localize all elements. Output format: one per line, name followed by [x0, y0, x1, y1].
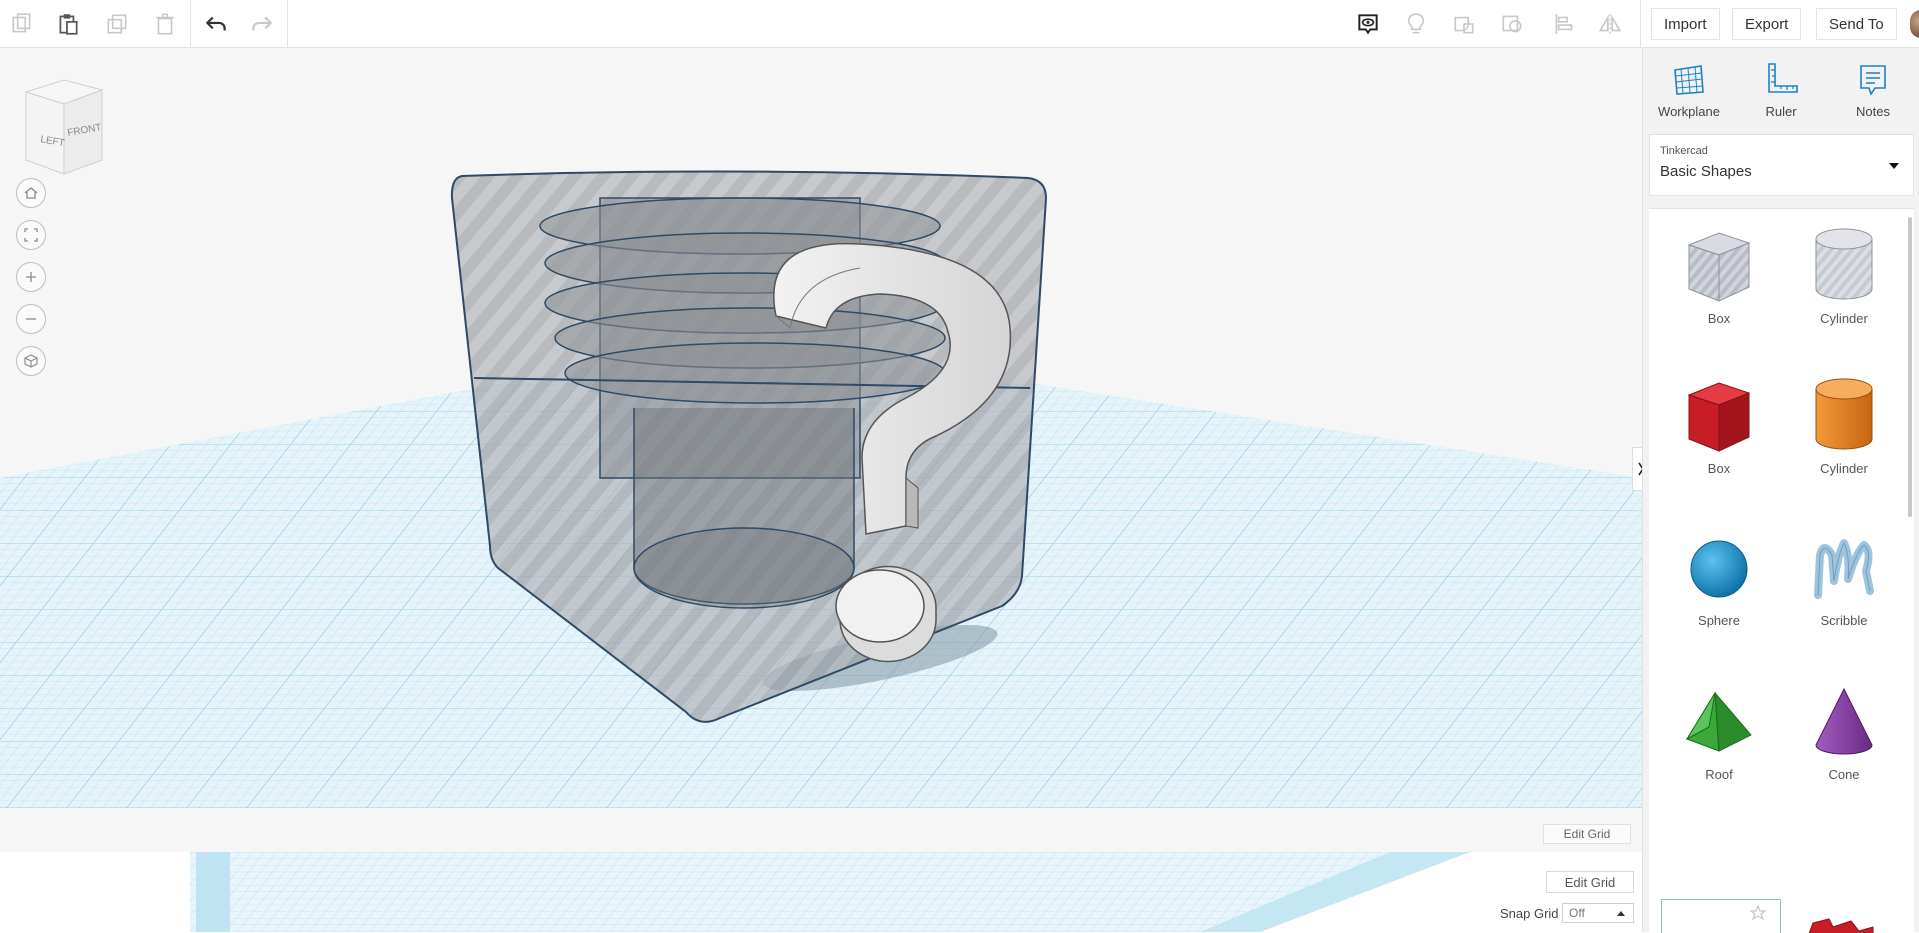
ruler-tool[interactable]: Ruler — [1741, 60, 1821, 119]
ruler-icon — [1768, 63, 1798, 93]
edit-grid-button[interactable]: Edit Grid — [1546, 871, 1634, 893]
home-view-button[interactable] — [16, 178, 46, 208]
fit-view-icon — [24, 228, 38, 242]
mirror-icon[interactable] — [1592, 6, 1628, 42]
hovered-shape-card[interactable] — [1661, 899, 1781, 933]
shape-library-select[interactable]: Tinkercad Basic Shapes — [1649, 134, 1914, 196]
shape-roof[interactable]: Roof — [1659, 665, 1779, 805]
cone-icon — [1815, 687, 1873, 755]
workplane-icon — [1674, 65, 1704, 95]
perspective-button[interactable] — [16, 346, 46, 376]
cylinder-icon — [1815, 378, 1873, 450]
trash-icon[interactable] — [147, 6, 183, 42]
library-category: Tinkercad — [1660, 145, 1708, 157]
home-icon — [24, 187, 38, 199]
inner-cylinder[interactable] — [633, 408, 855, 609]
roof-icon — [1685, 691, 1752, 752]
notes-icon — [1860, 65, 1886, 96]
align-icon[interactable] — [1546, 6, 1582, 42]
show-all-icon[interactable] — [1350, 6, 1386, 42]
toolbar-divider — [190, 0, 191, 48]
minus-icon — [26, 318, 36, 320]
lower-workplane-strip — [0, 852, 1642, 932]
box-icon — [1687, 382, 1751, 452]
3d-viewport[interactable]: LEFT FRONT Edit Grid Edit Grid Snap Grid… — [0, 48, 1642, 932]
undo-icon[interactable] — [198, 6, 234, 42]
shape-box[interactable]: Box — [1659, 359, 1779, 499]
notes-tool[interactable]: Notes — [1833, 60, 1913, 119]
ruler-label: Ruler — [1765, 104, 1797, 119]
shape-cylinder-hole[interactable]: Cylinder — [1784, 209, 1904, 349]
view-cube[interactable]: LEFT FRONT — [18, 78, 108, 178]
snap-grid-label: Snap Grid — [1500, 906, 1559, 921]
tinkercad-app: Import Export Send To LEFT FRONT Edit Gr… — [0, 0, 1919, 933]
export-button[interactable]: Export — [1732, 8, 1802, 40]
shape-cone[interactable]: Cone — [1784, 665, 1904, 805]
right-panel: Workplane Ruler Notes Tinkercad Basic Sh… — [1642, 48, 1919, 933]
fit-view-button[interactable] — [16, 220, 46, 250]
toolbar-divider — [287, 0, 288, 48]
redo-icon[interactable] — [244, 6, 280, 42]
star-icon[interactable] — [1749, 904, 1767, 921]
library-name: Basic Shapes — [1660, 163, 1752, 180]
scribble-icon — [1814, 539, 1874, 599]
workplane-scene[interactable] — [0, 48, 1642, 932]
text-shape-icon[interactable] — [1799, 909, 1879, 933]
plus-icon — [26, 272, 36, 282]
shape-gallery-scrollbar[interactable] — [1908, 217, 1912, 517]
copy-icon[interactable] — [4, 6, 40, 42]
paste-icon[interactable] — [50, 6, 86, 42]
edit-grid-button-floating[interactable]: Edit Grid — [1543, 824, 1631, 844]
workplane-tool[interactable]: Workplane — [1649, 60, 1729, 119]
group-icon[interactable] — [1446, 6, 1482, 42]
cube-perspective-icon — [24, 354, 38, 368]
snap-grid-value: Off — [1569, 906, 1585, 920]
shape-cylinder[interactable]: Cylinder — [1784, 359, 1904, 499]
shape-scribble[interactable]: Scribble — [1784, 511, 1904, 651]
caret-down-icon — [1889, 163, 1899, 169]
zoom-in-button[interactable] — [16, 262, 46, 292]
zoom-out-button[interactable] — [16, 304, 46, 334]
ungroup-icon[interactable] — [1494, 6, 1530, 42]
shape-gallery: Box Cylinder Box Cylinder Sphere Scribbl… — [1649, 208, 1914, 933]
caret-up-icon — [1617, 911, 1625, 916]
shape-box-hole[interactable]: Box — [1659, 209, 1779, 349]
sphere-icon — [1690, 540, 1748, 598]
avatar[interactable] — [1910, 10, 1919, 38]
toolbar-divider — [1640, 0, 1641, 48]
top-toolbar: Import Export Send To — [0, 0, 1919, 48]
duplicate-icon[interactable] — [99, 6, 135, 42]
send-to-button[interactable]: Send To — [1816, 8, 1897, 40]
lightbulb-icon[interactable] — [1398, 6, 1434, 42]
workplane-label: Workplane — [1658, 104, 1720, 119]
snap-grid-select[interactable]: Off — [1562, 903, 1634, 923]
shape-sphere[interactable]: Sphere — [1659, 511, 1779, 651]
notes-label: Notes — [1856, 104, 1890, 119]
cylinder-hole-icon — [1815, 228, 1873, 300]
box-hole-icon — [1687, 232, 1751, 302]
import-button[interactable]: Import — [1651, 8, 1720, 40]
